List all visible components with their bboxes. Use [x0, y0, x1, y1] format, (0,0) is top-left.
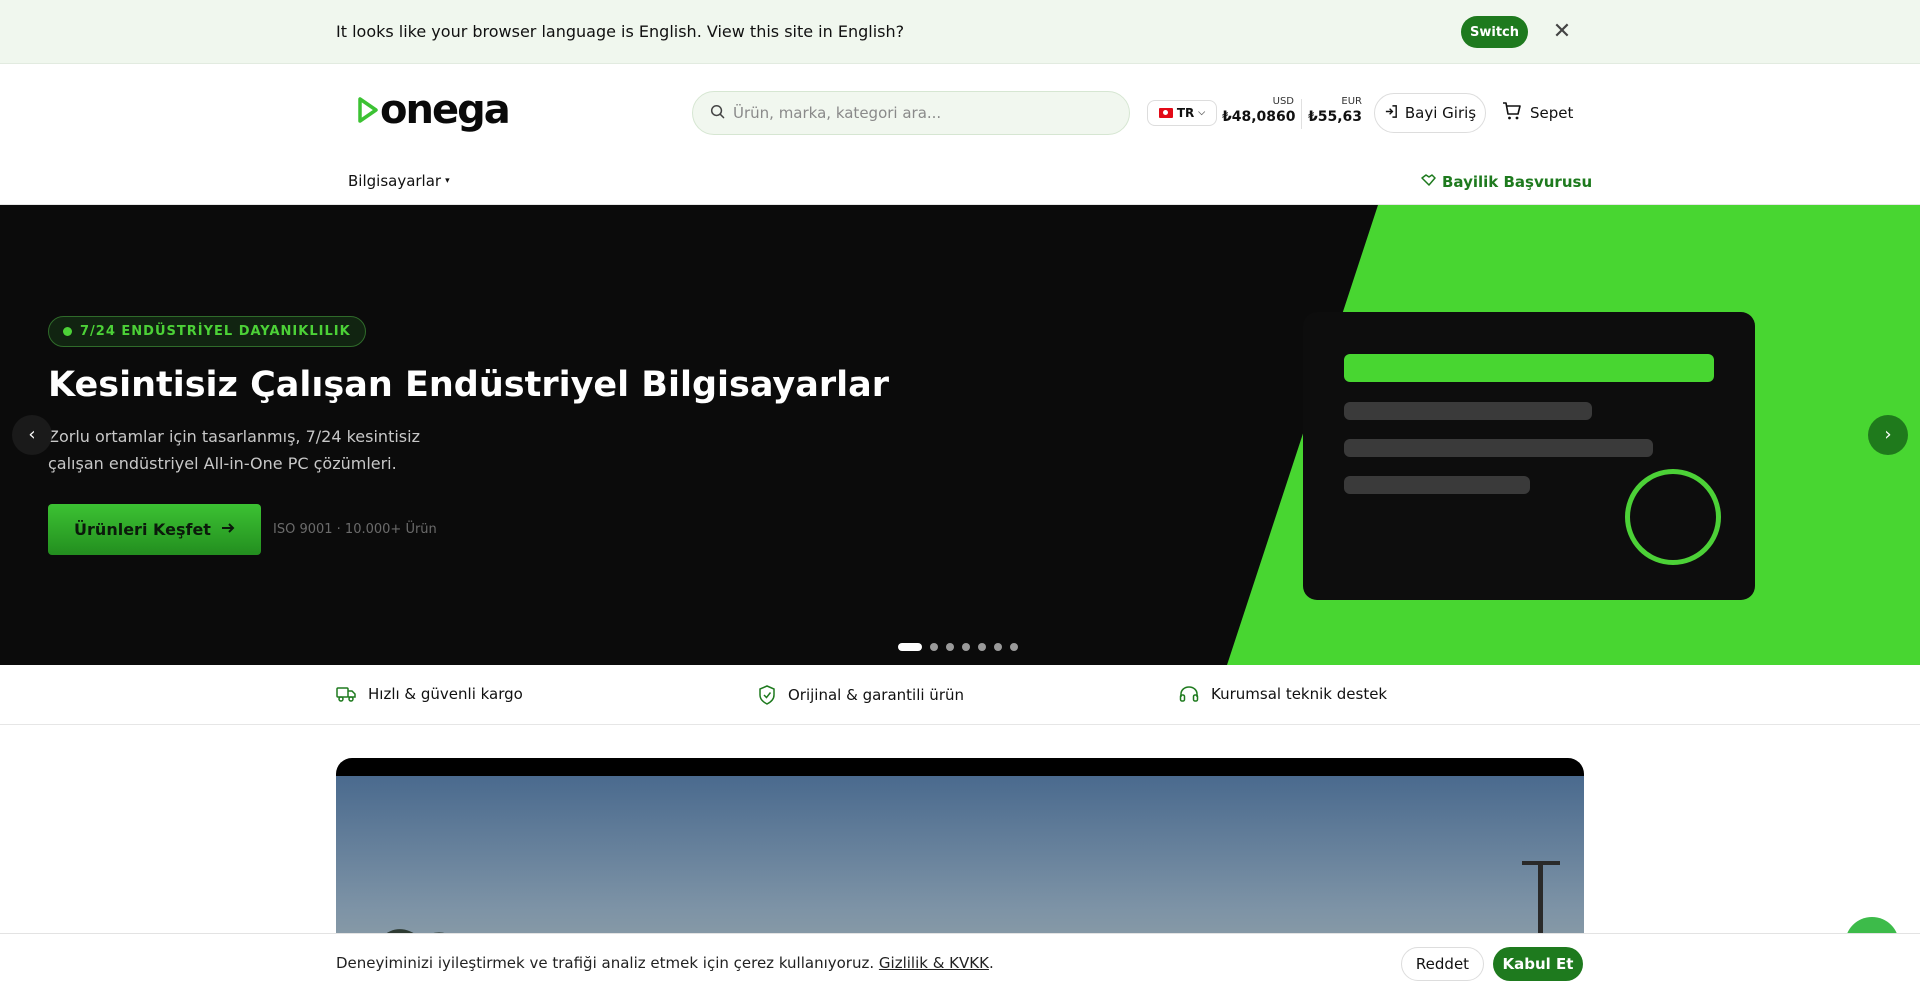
hero-badge: 7/24 ENDÜSTRİYEL DAYANIKLILIK: [48, 316, 366, 347]
nav-computers-label: Bilgisayarlar: [348, 172, 442, 190]
illustration-ring: [1625, 469, 1721, 565]
eur-rate: EUR ₺55,63: [1304, 96, 1362, 125]
hero-slider: 7/24 ENDÜSTRİYEL DAYANIKLILIK Kesintisiz…: [0, 205, 1920, 665]
dealer-application-link[interactable]: Bayilik Başvurusu: [1420, 172, 1592, 192]
hero-illustration-card: [1303, 312, 1755, 600]
slider-dot[interactable]: [898, 643, 922, 651]
handshake-icon: [1420, 172, 1436, 192]
illustration-bar: [1344, 439, 1653, 457]
cart-link[interactable]: Sepet: [1502, 101, 1573, 125]
explore-products-button[interactable]: Ürünleri Keşfet: [48, 504, 261, 555]
feature-shipping: Hızlı & güvenli kargo: [336, 685, 523, 703]
chevron-right-icon: ›: [1884, 424, 1892, 445]
slider-dot[interactable]: [962, 643, 970, 651]
slider-dots: [898, 643, 1018, 651]
dealer-application-label: Bayilik Başvurusu: [1442, 173, 1593, 191]
feature-label: Orijinal & garantili ürün: [788, 686, 964, 704]
logo-text: onega: [380, 87, 511, 133]
badge-dot-icon: [63, 327, 72, 336]
logo[interactable]: onega: [356, 85, 511, 135]
cookie-message: Deneyiminizi iyileştirmek ve trafiği ana…: [336, 954, 875, 972]
language-select[interactable]: TR ⌵: [1147, 100, 1217, 126]
illustration-bar: [1344, 402, 1592, 420]
chevron-down-icon: ⌵: [1198, 108, 1206, 118]
shield-check-icon: [758, 685, 776, 705]
hero-title: Kesintisiz Çalışan Endüstriyel Bilgisaya…: [48, 365, 889, 405]
eur-value: ₺55,63: [1307, 109, 1362, 125]
utility-pole: [1538, 863, 1543, 943]
cookie-consent-bar: Deneyiminizi iyileştirmek ve trafiği ana…: [0, 933, 1920, 993]
usd-value: ₺48,0860: [1222, 109, 1296, 125]
site-header: onega TR ⌵ USD ₺48,0860 EUR ₺55,63 Bayi …: [0, 65, 1920, 205]
feature-warranty: Orijinal & garantili ürün: [758, 685, 964, 705]
chevron-left-icon: ‹: [28, 424, 36, 445]
language-banner: It looks like your browser language is E…: [0, 0, 1920, 64]
caret-down-icon: ▾: [445, 176, 450, 186]
language-code: TR: [1176, 106, 1195, 120]
dealer-login-button[interactable]: Bayi Giriş: [1374, 93, 1486, 133]
cookie-suffix: .: [988, 954, 994, 972]
slider-dot[interactable]: [946, 643, 954, 651]
dealer-login-label: Bayi Giriş: [1404, 104, 1477, 122]
language-banner-text: It looks like your browser language is E…: [336, 22, 905, 41]
slider-dot[interactable]: [994, 643, 1002, 651]
illustration-bar: [1344, 476, 1530, 494]
truck-icon: [336, 685, 356, 703]
rate-divider: [1301, 99, 1302, 129]
search-bar[interactable]: [692, 91, 1130, 135]
cookie-text: Deneyiminizi iyileştirmek ve trafiği ana…: [336, 954, 994, 972]
features-bar: Hızlı & güvenli kargo Orijinal & garanti…: [0, 665, 1920, 725]
usd-label: USD: [1272, 96, 1294, 107]
slider-dot[interactable]: [978, 643, 986, 651]
reject-cookies-button[interactable]: Reddet: [1401, 947, 1484, 981]
turkey-flag-icon: [1158, 108, 1173, 118]
logo-mark-icon: [356, 95, 380, 125]
slider-dot[interactable]: [930, 643, 938, 651]
login-icon: [1384, 104, 1399, 123]
search-icon: [693, 104, 733, 123]
hero-meta: ISO 9001 · 10.000+ Ürün: [273, 522, 437, 537]
hero-badge-text: 7/24 ENDÜSTRİYEL DAYANIKLILIK: [80, 324, 351, 339]
usd-rate: USD ₺48,0860: [1222, 96, 1296, 125]
slider-dot[interactable]: [1010, 643, 1018, 651]
nav-computers[interactable]: Bilgisayarlar ▾: [348, 172, 450, 190]
privacy-link[interactable]: Gizlilik & KVKK: [879, 954, 989, 972]
slider-prev-button[interactable]: ‹: [12, 415, 52, 455]
cart-icon: [1502, 101, 1522, 125]
feature-support: Kurumsal teknik destek: [1179, 685, 1387, 703]
cart-label: Sepet: [1530, 104, 1574, 122]
hero-subtitle: Zorlu ortamlar için tasarlanmış, 7/24 ke…: [48, 427, 420, 473]
accept-cookies-button[interactable]: Kabul Et: [1493, 947, 1583, 981]
illustration-bar: [1344, 354, 1714, 382]
search-input[interactable]: [733, 104, 1129, 122]
close-icon[interactable]: ✕: [1550, 18, 1574, 46]
explore-products-label: Ürünleri Keşfet: [74, 520, 211, 539]
switch-language-button[interactable]: Switch: [1461, 16, 1528, 48]
headset-icon: [1179, 685, 1199, 703]
feature-label: Hızlı & güvenli kargo: [368, 685, 523, 703]
eur-label: EUR: [1341, 96, 1362, 107]
feature-label: Kurumsal teknik destek: [1211, 685, 1388, 703]
slider-next-button[interactable]: ›: [1868, 415, 1908, 455]
arrow-right-icon: [221, 520, 235, 539]
